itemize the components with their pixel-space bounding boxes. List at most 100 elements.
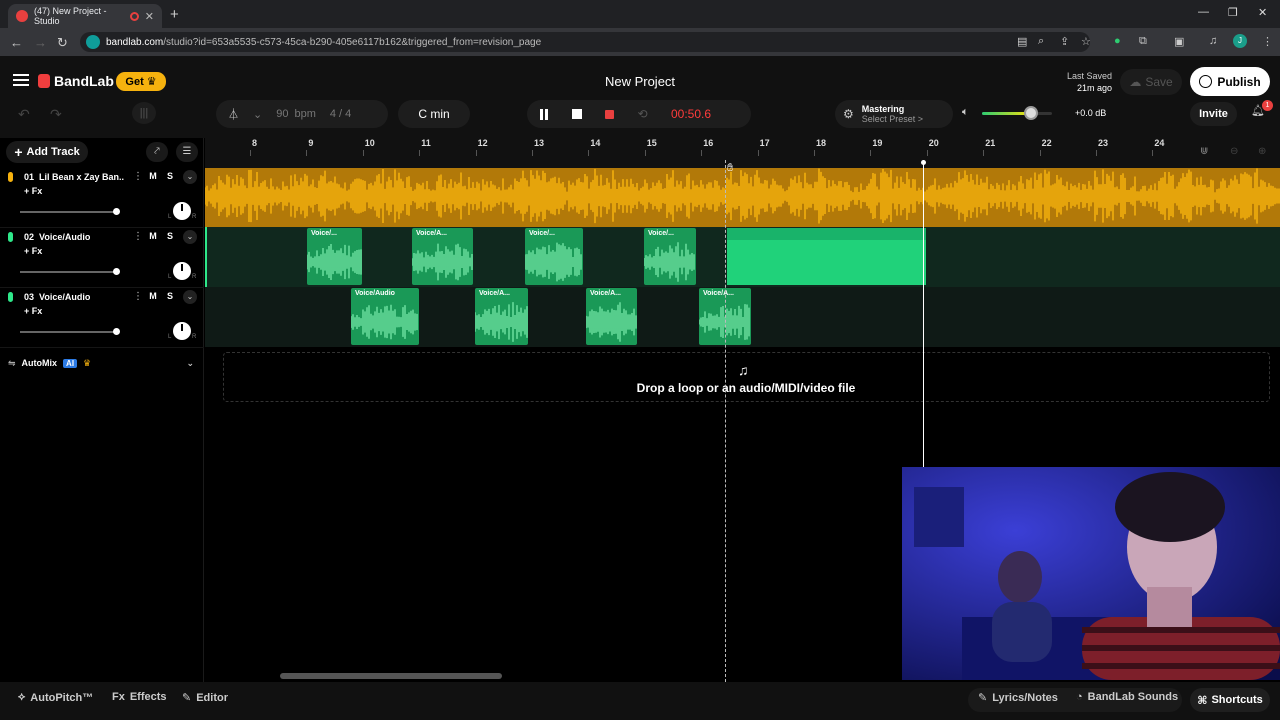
audio-clip[interactable]: Voice/A... bbox=[475, 288, 528, 345]
track-volume-knob[interactable] bbox=[113, 328, 120, 335]
url-field[interactable]: bandlab.com /studio?id=653a5535-c573-45c… bbox=[80, 32, 1090, 52]
close-tab-icon[interactable]: ✕ bbox=[145, 10, 154, 23]
master-volume-slider[interactable] bbox=[982, 106, 1052, 120]
track-header[interactable]: 02 Voice/Audio ⋮ M S ⌄ + Fx L R bbox=[0, 228, 204, 288]
get-membership-button[interactable]: Get ♛ bbox=[116, 72, 166, 91]
back-icon[interactable]: ← bbox=[10, 35, 23, 50]
grammarly-extension-icon[interactable]: ● bbox=[1114, 35, 1121, 47]
solo-button[interactable]: S bbox=[163, 231, 177, 243]
shortcuts-button[interactable]: ⌘ Shortcuts bbox=[1190, 688, 1270, 712]
track-name[interactable]: Lil Bean x Zay Ban... bbox=[39, 172, 124, 182]
mastering-button[interactable]: ⚙ Mastering Select Preset > bbox=[835, 100, 953, 128]
close-window-icon[interactable]: ✕ bbox=[1258, 6, 1267, 19]
solo-button[interactable]: S bbox=[163, 291, 177, 303]
horizontal-scrollbar[interactable] bbox=[280, 673, 502, 679]
media-icon[interactable]: ♫ bbox=[1209, 35, 1217, 47]
add-fx-button[interactable]: + Fx bbox=[24, 306, 42, 316]
time-signature[interactable]: 4 / 4 bbox=[330, 108, 351, 120]
metronome-icon[interactable]: ⏃ bbox=[228, 106, 239, 122]
tempo-value[interactable]: 90 bbox=[276, 108, 288, 120]
autopitch-button[interactable]: ⟡ AutoPitch™ bbox=[18, 691, 93, 704]
track-header[interactable]: 01 Lil Bean x Zay Ban... ⋮ M S ⌄ + Fx L … bbox=[0, 168, 204, 228]
stop-button[interactable] bbox=[560, 100, 593, 128]
track-options-icon[interactable]: ⋮ bbox=[133, 291, 143, 302]
mixer-icon[interactable]: ☰ bbox=[176, 142, 198, 162]
pan-knob[interactable] bbox=[173, 202, 191, 220]
menu-icon[interactable] bbox=[13, 74, 29, 86]
record-button[interactable] bbox=[593, 100, 626, 128]
publish-button[interactable]: Publish bbox=[1190, 67, 1270, 96]
speaker-icon[interactable]: 🔈︎ bbox=[962, 106, 969, 119]
pause-button[interactable] bbox=[527, 100, 560, 128]
track-volume-slider[interactable] bbox=[20, 331, 116, 333]
reader-icon[interactable]: ▤ bbox=[1017, 35, 1027, 48]
add-track-button[interactable]: + Add Track bbox=[6, 141, 88, 163]
zoom-in-icon[interactable]: ⊕ bbox=[1258, 146, 1266, 157]
loop-button[interactable]: ⟲ bbox=[626, 100, 659, 128]
mute-button[interactable]: M bbox=[146, 291, 160, 303]
audio-clip[interactable]: Voice/... bbox=[307, 228, 362, 285]
zoom-out-icon[interactable]: ⊖ bbox=[1230, 146, 1238, 157]
bandlab-logo[interactable]: BandLab bbox=[38, 73, 114, 89]
track-options-icon[interactable]: ⋮ bbox=[133, 171, 143, 182]
lyrics-notes-button[interactable]: ✎ Lyrics/Notes bbox=[978, 691, 1058, 705]
bandlab-sounds-button[interactable]: ◔ BandLab Sounds bbox=[1076, 691, 1178, 703]
mute-button[interactable]: M bbox=[146, 171, 160, 183]
share-icon[interactable]: ⇪ bbox=[1060, 35, 1069, 48]
sidepanel-icon[interactable]: ▣ bbox=[1174, 35, 1184, 48]
reload-icon[interactable]: ↻ bbox=[57, 35, 68, 51]
minimize-icon[interactable]: — bbox=[1198, 6, 1209, 18]
profile-avatar[interactable]: J bbox=[1233, 34, 1247, 48]
track-volume-slider[interactable] bbox=[20, 211, 116, 213]
audio-clip[interactable]: Voice/A... bbox=[586, 288, 637, 345]
track-name[interactable]: Voice/Audio bbox=[39, 232, 90, 242]
snap-magnet-icon[interactable]: ⋓ bbox=[1200, 146, 1208, 157]
effects-button[interactable]: Fx Effects bbox=[112, 691, 167, 703]
track-volume-knob[interactable] bbox=[113, 208, 120, 215]
zoom-icon[interactable]: ⌕ bbox=[1038, 35, 1044, 48]
chevron-down-icon[interactable]: ⌄ bbox=[186, 358, 194, 369]
redo-icon[interactable]: ↷ bbox=[50, 106, 62, 123]
audio-clip[interactable]: Voice/Audio bbox=[351, 288, 419, 345]
editor-button[interactable]: ✎ Editor bbox=[182, 691, 228, 705]
automation-icon[interactable]: ⤤ bbox=[146, 142, 168, 162]
pan-knob[interactable] bbox=[173, 322, 191, 340]
timeline-ruler[interactable]: ⋓ ⊖ ⊕ 8 9 10 11 12 13 14 15 16 17 18 19 20 21 22 23 24 bbox=[205, 138, 1280, 168]
volume-knob[interactable] bbox=[1024, 106, 1038, 120]
audio-clip[interactable]: Voice/A... bbox=[412, 228, 473, 285]
track-volume-knob[interactable] bbox=[113, 268, 120, 275]
audio-clip[interactable]: Voice/... bbox=[644, 228, 696, 285]
mute-button[interactable]: M bbox=[146, 231, 160, 243]
site-info-icon[interactable] bbox=[86, 35, 100, 49]
chevron-down-icon[interactable]: ⌄ bbox=[183, 290, 197, 304]
tempo-control[interactable]: ⏃ ⌄ 90 bpm 4 / 4 bbox=[216, 100, 388, 128]
track-name[interactable]: Voice/Audio bbox=[39, 292, 90, 302]
track-lane[interactable] bbox=[205, 168, 1280, 228]
metronome-chevron-icon[interactable]: ⌄ bbox=[253, 108, 262, 121]
chevron-down-icon[interactable]: ⌄ bbox=[183, 230, 197, 244]
forward-icon[interactable]: → bbox=[34, 35, 47, 50]
key-selector[interactable]: C min bbox=[398, 100, 470, 128]
pan-knob[interactable] bbox=[173, 262, 191, 280]
project-title[interactable]: New Project bbox=[540, 74, 740, 89]
invite-button[interactable]: Invite bbox=[1190, 102, 1237, 126]
playhead-handle[interactable] bbox=[921, 160, 926, 165]
new-tab-button[interactable]: + bbox=[170, 6, 179, 23]
audio-clip[interactable]: Voice/... bbox=[525, 228, 583, 285]
track-header[interactable]: 03 Voice/Audio ⋮ M S ⌄ + Fx L R bbox=[0, 288, 204, 348]
solo-button[interactable]: S bbox=[163, 171, 177, 183]
browser-menu-icon[interactable]: ⋮ bbox=[1262, 35, 1273, 48]
track-lane[interactable]: Voice/... Voice/A... Voice/... Voice/... bbox=[205, 227, 1280, 287]
track-volume-slider[interactable] bbox=[20, 271, 116, 273]
add-fx-button[interactable]: + Fx bbox=[24, 246, 42, 256]
recording-clip[interactable] bbox=[727, 228, 926, 285]
save-button[interactable]: ☁ Save bbox=[1120, 69, 1182, 95]
chevron-down-icon[interactable]: ⌄ bbox=[183, 170, 197, 184]
piano-icon[interactable]: ||| bbox=[132, 102, 156, 124]
automix-row[interactable]: ⇋ AutoMix AI ♛ ⌄ bbox=[0, 350, 204, 376]
undo-icon[interactable]: ↶ bbox=[18, 106, 30, 123]
track-options-icon[interactable]: ⋮ bbox=[133, 231, 143, 242]
restore-icon[interactable]: ❐ bbox=[1228, 6, 1238, 19]
add-fx-button[interactable]: + Fx bbox=[24, 186, 42, 196]
extensions-icon[interactable]: ⧉ bbox=[1139, 35, 1147, 48]
